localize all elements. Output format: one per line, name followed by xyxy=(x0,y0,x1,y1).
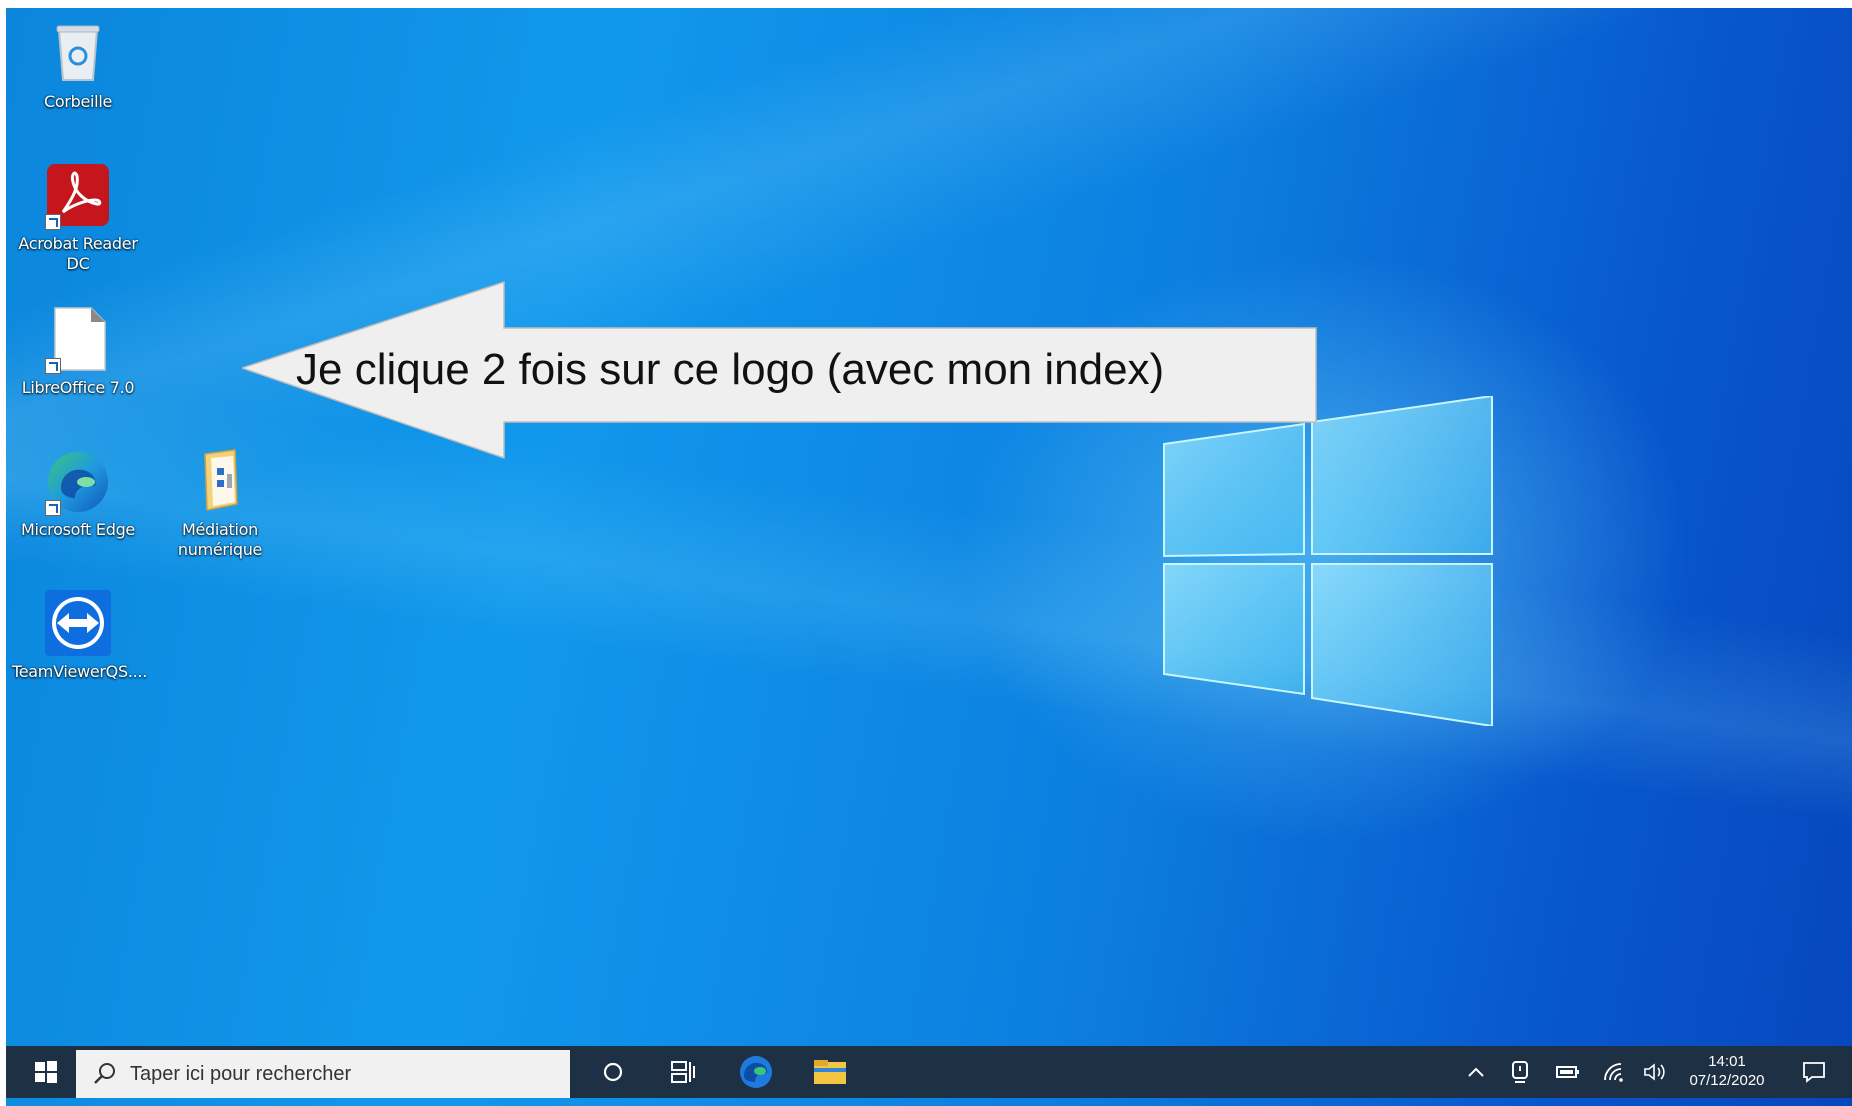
battery-icon xyxy=(1556,1066,1579,1078)
start-button[interactable] xyxy=(22,1046,70,1098)
task-view-icon xyxy=(671,1061,695,1083)
wifi-icon xyxy=(1604,1063,1623,1082)
shortcut-arrow-icon xyxy=(45,358,61,374)
desktop-icon-label: Microsoft Edge xyxy=(21,520,135,539)
task-view-button[interactable] xyxy=(658,1046,708,1098)
search-icon xyxy=(94,1063,115,1084)
taskbar-edge-button[interactable] xyxy=(728,1046,784,1098)
windows-start-icon xyxy=(35,1061,57,1083)
shortcut-arrow-icon xyxy=(45,214,61,230)
taskbar: Taper ici pour rechercher 14:01 07/12/20… xyxy=(6,1046,1852,1098)
edge-icon xyxy=(740,1056,772,1088)
callout-text: Je clique 2 fois sur ce logo (avec mon i… xyxy=(296,345,1165,394)
notification-icon xyxy=(1803,1062,1825,1083)
tray-volume[interactable] xyxy=(1638,1046,1674,1098)
show-hidden-icons-button[interactable] xyxy=(1458,1046,1494,1098)
clock-time: 14:01 xyxy=(1708,1053,1746,1070)
desktop-icon-label: Médiation numérique xyxy=(177,520,263,559)
volume-icon xyxy=(1644,1063,1665,1081)
cortana-icon xyxy=(603,1062,623,1082)
desktop-icon-recycle-bin[interactable]: Corbeille xyxy=(12,16,144,112)
desktop-icon-label: TeamViewerQS.... xyxy=(12,662,147,681)
tray-clock[interactable]: 14:01 07/12/2020 xyxy=(1682,1046,1772,1098)
desktop-icon-teamviewer[interactable]: TeamViewerQS.... xyxy=(12,586,147,682)
desktop-icon-microsoft-edge[interactable]: Microsoft Edge xyxy=(12,444,144,540)
search-box[interactable]: Taper ici pour rechercher xyxy=(76,1050,570,1098)
desktop-icon-label: Acrobat Reader DC xyxy=(18,234,138,273)
touchpad-icon xyxy=(1512,1061,1528,1083)
clock-date: 07/12/2020 xyxy=(1689,1072,1765,1089)
tray-battery[interactable] xyxy=(1550,1046,1586,1098)
shortcut-arrow-icon xyxy=(45,500,61,516)
desktop-icon-libreoffice[interactable]: LibreOffice 7.0 xyxy=(12,302,144,398)
edge-icon xyxy=(41,444,115,518)
tray-touchpad[interactable] xyxy=(1502,1046,1538,1098)
desktop-icon-label: Corbeille xyxy=(43,92,113,111)
chevron-up-icon xyxy=(1468,1067,1484,1077)
action-center-button[interactable] xyxy=(1792,1046,1836,1098)
desktop: Corbeille Acrobat Reader DC LibreOffice … xyxy=(6,8,1852,1106)
tray-wifi[interactable] xyxy=(1596,1046,1632,1098)
acrobat-reader-icon xyxy=(41,158,115,232)
desktop-icon-label: LibreOffice 7.0 xyxy=(21,378,135,397)
file-explorer-icon xyxy=(814,1060,846,1084)
libreoffice-icon xyxy=(41,302,115,376)
desktop-icon-acrobat-reader[interactable]: Acrobat Reader DC xyxy=(12,158,144,274)
recycle-bin-icon xyxy=(41,16,115,90)
search-placeholder: Taper ici pour rechercher xyxy=(130,1062,352,1085)
teamviewer-icon xyxy=(41,586,115,660)
taskbar-file-explorer-button[interactable] xyxy=(802,1046,858,1098)
cortana-button[interactable] xyxy=(588,1046,638,1098)
